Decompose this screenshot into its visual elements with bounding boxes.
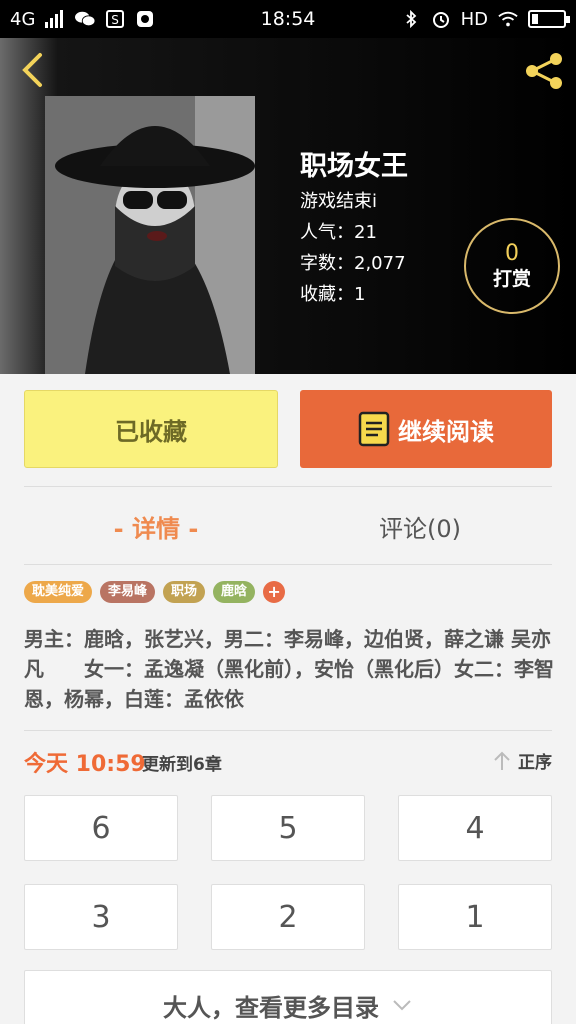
tip-button[interactable]: 0 打赏 (464, 218, 560, 314)
collected-button[interactable]: 已收藏 (24, 390, 278, 468)
tag[interactable]: 职场 (163, 581, 206, 603)
cover-illustration (45, 96, 255, 374)
chapter-button[interactable]: 3 (24, 884, 178, 950)
chapter-button[interactable]: 4 (398, 795, 552, 861)
camera-app-icon (137, 11, 154, 27)
arrow-up-icon (494, 751, 510, 770)
hd-indicator: HD (460, 8, 488, 30)
alarm-icon (432, 12, 449, 28)
s-app-icon: S (106, 10, 125, 28)
tag[interactable]: 耽美纯爱 (24, 581, 93, 603)
book-header: 职场女王 游戏结束i 人气：21 字数：2,077 收藏：1 0 打赏 (0, 38, 576, 374)
tab-comments[interactable]: 评论(0) (288, 490, 552, 562)
back-icon[interactable] (14, 50, 54, 90)
update-time: 今天 10:59 (24, 752, 146, 777)
divider (24, 730, 552, 731)
chapter-button[interactable]: 2 (211, 884, 365, 950)
chapter-button[interactable]: 5 (211, 795, 365, 861)
tip-count: 0 (505, 241, 519, 266)
more-toc-button[interactable]: 大人，查看更多目录 (24, 970, 552, 1024)
chevron-down-icon (393, 1000, 411, 1011)
share-icon[interactable] (522, 50, 568, 92)
divider (24, 564, 552, 565)
tab-details[interactable]: - 详情 - (24, 490, 288, 562)
svg-text:S: S (112, 13, 120, 27)
signal-icon (45, 10, 64, 28)
book-title: 职场女王 (300, 151, 408, 182)
more-toc-label: 大人，查看更多目录 (163, 993, 379, 1022)
book-icon (358, 411, 390, 447)
book-popularity: 人气：21 (300, 222, 377, 243)
book-author[interactable]: 游戏结束i (300, 186, 406, 217)
bluetooth-icon (406, 10, 416, 28)
tip-label: 打赏 (492, 268, 531, 290)
sort-order-label: 正序 (518, 753, 552, 773)
update-info: 更新到6章 (142, 755, 222, 775)
network-indicator: 4G (10, 8, 36, 30)
battery-icon (528, 10, 570, 28)
book-meta: 游戏结束i 人气：21 字数：2,077 收藏：1 (300, 186, 406, 310)
book-word-count: 字数：2,077 (300, 253, 406, 274)
book-favorites: 收藏：1 (300, 284, 366, 305)
tag[interactable]: 李易峰 (100, 581, 156, 603)
book-description: 男主：鹿晗，张艺兴，男二：李易峰，边伯贤，薛之谦 吴亦凡 女一：孟逸凝（黑化前）… (24, 627, 554, 711)
wechat-icon (75, 11, 96, 27)
status-bar: 4G S 18:54 HD (0, 0, 576, 38)
add-tag-button[interactable]: + (263, 581, 286, 603)
wifi-icon (498, 11, 518, 27)
continue-reading-label: 继续阅读 (398, 417, 494, 446)
status-time: 18:54 (260, 8, 316, 30)
chapter-button[interactable]: 1 (398, 884, 552, 950)
sort-order-button[interactable]: 正序 (492, 748, 552, 773)
chapter-button[interactable]: 6 (24, 795, 178, 861)
tag[interactable]: 鹿晗 (213, 581, 256, 603)
divider (24, 486, 552, 487)
continue-reading-button[interactable]: 继续阅读 (300, 390, 552, 468)
book-cover-image[interactable] (45, 96, 255, 374)
tag-list: 耽美纯爱 李易峰 职场 鹿晗 + (24, 581, 286, 603)
collected-button-label: 已收藏 (115, 417, 187, 446)
